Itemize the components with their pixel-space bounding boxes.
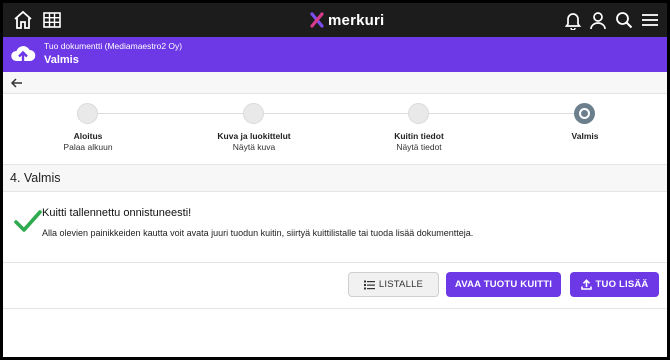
check-icon [14,210,42,232]
merkuri-logo[interactable]: merkuri [310,10,384,30]
step-3-link[interactable]: Näytä tiedot [349,142,489,152]
open-receipt-button[interactable]: AVAA TUOTU KUITTI [446,272,561,297]
step-connector [263,113,408,114]
step-connector [428,113,574,114]
to-list-label: LISTALLE [378,279,424,290]
open-receipt-label: AVAA TUOTU KUITTI [454,279,553,290]
document-subtitle: Tuo dokumentti (Mediamaestro2 Oy) [44,41,183,51]
success-panel: Kuitti tallennettu onnistuneesti! Alla o… [3,192,667,263]
cloud-upload-icon [11,46,36,63]
success-title: Kuitti tallennettu onnistuneesti! [42,207,192,219]
import-more-button[interactable]: TUO LISÄÄ [570,272,659,297]
back-bar [3,72,667,94]
document-title: Valmis [44,54,79,66]
step-1-circle[interactable] [77,103,98,124]
grid-icon[interactable] [41,9,63,31]
step-4-title: Valmis [571,131,599,141]
back-arrow-icon[interactable] [9,75,25,91]
app-frame: merkuri Tuo dokumentti (Mediamaestro2 Oy… [3,3,667,357]
search-icon[interactable] [613,9,635,31]
to-list-button[interactable]: LISTALLE [348,272,439,297]
bell-icon[interactable] [562,9,584,31]
section-title: 4. Valmis [10,171,61,185]
logo-mark-icon [310,12,324,28]
home-icon[interactable] [12,9,34,31]
menu-icon[interactable] [639,9,661,31]
user-icon[interactable] [587,9,609,31]
section-header: 4. Valmis [3,164,667,192]
page-footer-area [3,308,667,357]
step-3-title: Kuitin tiedot [394,131,444,141]
action-bar: LISTALLE AVAA TUOTU KUITTI TUO LISÄÄ [3,264,667,308]
list-icon [363,280,375,289]
top-bar: merkuri [3,3,667,37]
step-connector [98,113,244,114]
logo-text: merkuri [328,11,385,29]
step-1-link[interactable]: Palaa alkuun [18,142,158,152]
stepper: Aloitus Palaa alkuun Kuva ja luokittelut… [3,94,667,164]
step-2-circle[interactable] [243,103,264,124]
step-3-circle[interactable] [408,103,429,124]
success-text: Alla olevien painikkeiden kautta voit av… [42,228,474,238]
step-2-title: Kuva ja luokittelut [217,131,291,141]
step-1-title: Aloitus [73,131,103,141]
import-more-label: TUO LISÄÄ [595,279,649,290]
upload-icon [580,279,592,290]
step-4-circle-active [574,103,595,124]
document-header: Tuo dokumentti (Mediamaestro2 Oy) Valmis [3,37,667,72]
step-2-link[interactable]: Näytä kuva [184,142,324,152]
